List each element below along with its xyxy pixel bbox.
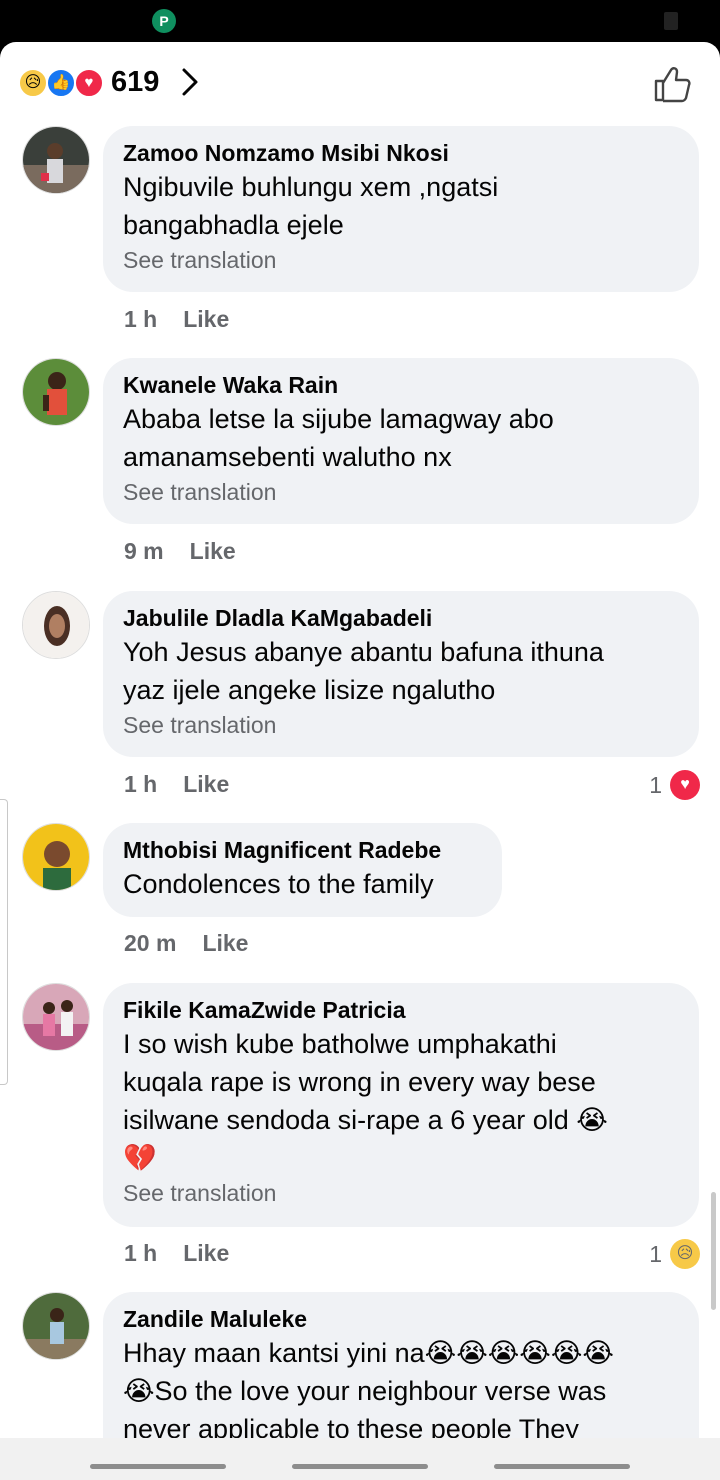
comment-bubble[interactable]: Zandile Maluleke Hhay maan kantsi yini n… xyxy=(103,1292,699,1438)
comment-meta: 1 h Like xyxy=(124,306,229,333)
comment-time: 1 h xyxy=(124,1240,158,1266)
avatar[interactable] xyxy=(22,1292,90,1360)
love-react-icon: ♥ xyxy=(74,68,104,98)
comment-time: 1 h xyxy=(124,771,158,797)
comment-reaction[interactable]: 1 ♥ xyxy=(640,770,700,800)
comment-text: 😭So the love your neighbour verse was xyxy=(123,1376,607,1406)
like-react-icon: 👍 xyxy=(46,68,76,98)
avatar[interactable] xyxy=(22,823,90,891)
scrollbar[interactable] xyxy=(711,1192,716,1310)
reaction-count: 619 xyxy=(111,66,160,98)
comment-text: Yoh Jesus abanye abantu bafuna ithuna xyxy=(123,637,604,667)
comment-text: bangabhadla ejele xyxy=(123,210,344,240)
nav-back-button[interactable] xyxy=(494,1464,630,1469)
like-comment-button[interactable]: Like xyxy=(183,771,229,798)
comment-bubble[interactable]: Zamoo Nomzamo Msibi Nkosi Ngibuvile buhl… xyxy=(103,126,699,292)
comment-author[interactable]: Fikile KamaZwide Patricia xyxy=(123,995,679,1025)
comment-text: yaz ijele angeke lisize ngalutho xyxy=(123,675,496,705)
comment-author[interactable]: Zandile Maluleke xyxy=(123,1304,679,1334)
comment-text: amanamsebenti walutho nx xyxy=(123,442,452,472)
comment-author[interactable]: Zamoo Nomzamo Msibi Nkosi xyxy=(123,138,679,168)
side-panel-handle[interactable] xyxy=(0,799,8,1085)
nav-home-button[interactable] xyxy=(292,1464,428,1469)
comment-time: 20 m xyxy=(124,930,177,956)
battery-icon xyxy=(664,12,678,30)
comment-meta: 20 m Like xyxy=(124,930,248,957)
comment-bubble[interactable]: Mthobisi Magnificent Radebe Condolences … xyxy=(103,823,502,917)
sad-react-icon: 😥 xyxy=(18,68,48,98)
comment-text: 💔 xyxy=(123,1143,157,1173)
see-translation-link[interactable]: See translation xyxy=(123,709,679,741)
comment-time: 1 h xyxy=(124,306,158,332)
avatar[interactable] xyxy=(22,591,90,659)
chevron-right-icon[interactable] xyxy=(176,64,204,100)
nav-recent-button[interactable] xyxy=(90,1464,226,1469)
like-comment-button[interactable]: Like xyxy=(190,538,236,565)
heart-reaction-icon: ♥ xyxy=(670,770,700,800)
reaction-count: 1 xyxy=(649,772,662,798)
sad-reaction-icon: 😥 xyxy=(670,1239,700,1269)
comment-bubble[interactable]: Fikile KamaZwide Patricia I so wish kube… xyxy=(103,983,699,1227)
comment-text: Ngibuvile buhlungu xem ,ngatsi xyxy=(123,172,499,202)
comment-time: 9 m xyxy=(124,538,164,564)
reactions-header[interactable]: 😥 👍 ♥ 619 xyxy=(0,42,720,124)
like-comment-button[interactable]: Like xyxy=(183,1240,229,1267)
comment-author[interactable]: Mthobisi Magnificent Radebe xyxy=(123,835,482,865)
comment-text: never applicable to these people They xyxy=(123,1414,579,1438)
like-comment-button[interactable]: Like xyxy=(202,930,248,957)
comment-meta: 1 h Like xyxy=(124,1240,229,1267)
avatar[interactable] xyxy=(22,126,90,194)
comment-text: Condolences to the family xyxy=(123,869,434,899)
system-nav-bar xyxy=(0,1438,720,1480)
comment-meta: 1 h Like xyxy=(124,771,229,798)
comment-author[interactable]: Jabulile Dladla KaMgabadeli xyxy=(123,603,679,633)
see-translation-link[interactable]: See translation xyxy=(123,1177,679,1209)
comment-text: kuqala rape is wrong in every way bese xyxy=(123,1067,596,1097)
comment-text: Ababa letse la sijube lamagway abo xyxy=(123,404,554,434)
reaction-count: 1 xyxy=(649,1241,662,1267)
comment-text: I so wish kube batholwe umphakathi xyxy=(123,1029,557,1059)
like-post-button[interactable] xyxy=(650,62,694,106)
reaction-icons: 😥 👍 ♥ xyxy=(18,68,108,100)
see-translation-link[interactable]: See translation xyxy=(123,476,679,508)
comment-text: isilwane sendoda si-rape a 6 year old 😭 xyxy=(123,1105,608,1135)
comment-text: Hhay maan kantsi yini na😭😭😭😭😭😭 xyxy=(123,1338,614,1368)
comment-author[interactable]: Kwanele Waka Rain xyxy=(123,370,679,400)
avatar[interactable] xyxy=(22,358,90,426)
see-translation-link[interactable]: See translation xyxy=(123,244,679,276)
like-comment-button[interactable]: Like xyxy=(183,306,229,333)
avatar[interactable] xyxy=(22,983,90,1051)
app-notification-icon: P xyxy=(152,9,176,33)
comment-bubble[interactable]: Kwanele Waka Rain Ababa letse la sijube … xyxy=(103,358,699,524)
comment-reaction[interactable]: 1 😥 xyxy=(640,1239,700,1269)
status-bar: P xyxy=(0,0,720,42)
comments-sheet: 😥 👍 ♥ 619 Zamoo Nomzamo Msibi Nkosi Ngib… xyxy=(0,42,720,1438)
comment-bubble[interactable]: Jabulile Dladla KaMgabadeli Yoh Jesus ab… xyxy=(103,591,699,757)
comment-meta: 9 m Like xyxy=(124,538,236,565)
